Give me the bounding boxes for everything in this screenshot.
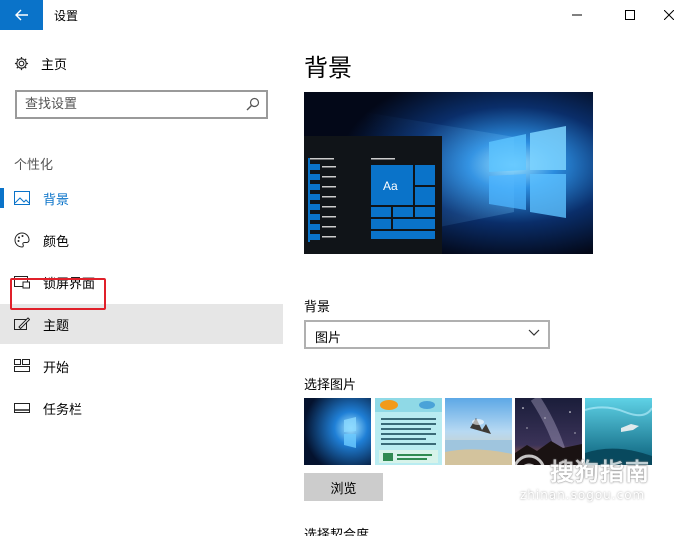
choose-picture-label: 选择图片 [304, 378, 357, 393]
back-arrow-icon [14, 9, 28, 21]
taskbar-icon [14, 403, 30, 413]
watermark: 搜狗指南 zhinan.sogou.com [512, 452, 682, 512]
sidebar-item-themes[interactable]: 主题 [0, 304, 283, 344]
close-button[interactable] [646, 0, 692, 30]
search-box[interactable] [15, 90, 268, 119]
preview-tile-text: Aa [383, 179, 398, 193]
start-tiles-icon [14, 359, 30, 372]
window-title: 设置 [54, 9, 79, 23]
picture-icon [14, 191, 30, 205]
background-label: 背景 [304, 300, 331, 315]
sidebar-item-start[interactable]: 开始 [0, 346, 283, 386]
maximize-icon [625, 10, 635, 20]
home-label: 主页 [41, 58, 68, 73]
thumbnail-image [304, 398, 371, 465]
thumbnail-beach[interactable] [445, 398, 512, 465]
sidebar-item-label: 颜色 [43, 235, 70, 250]
browse-button[interactable]: 浏览 [304, 473, 383, 501]
back-button[interactable] [0, 0, 43, 30]
sidebar-item-label: 背景 [43, 193, 70, 208]
minimize-button[interactable] [554, 0, 600, 30]
page-title: 背景 [304, 54, 352, 82]
selection-indicator [0, 188, 4, 208]
home-link[interactable]: 主页 [14, 54, 67, 73]
choose-fit-label: 选择契合度 [304, 528, 370, 536]
desktop-preview: Aa [304, 92, 593, 254]
minimize-icon [572, 14, 582, 16]
wallpaper-preview-image: Aa [304, 92, 593, 254]
watermark-text: 搜狗指南 [550, 458, 650, 486]
theme-brush-icon [14, 317, 30, 330]
sogou-logo-icon [512, 454, 546, 488]
dropdown-value: 图片 [315, 331, 342, 346]
sidebar-item-label: 主题 [43, 319, 70, 334]
thumbnail-poster[interactable] [375, 398, 442, 465]
search-icon[interactable] [246, 97, 260, 111]
sidebar-item-label: 任务栏 [43, 403, 83, 418]
chevron-down-icon [528, 329, 540, 336]
thumbnail-image [375, 398, 442, 465]
annotation-highlight-box [10, 278, 106, 310]
sidebar-item-label: 开始 [43, 361, 70, 376]
title-bar: 设置 [0, 0, 692, 30]
thumbnail-image [445, 398, 512, 465]
gear-icon [14, 56, 29, 71]
watermark-url: zhinan.sogou.com [520, 488, 646, 502]
sidebar-item-colors[interactable]: 颜色 [0, 220, 283, 260]
close-icon [664, 10, 674, 20]
search-input[interactable] [17, 92, 237, 117]
sidebar-item-background[interactable]: 背景 [0, 178, 283, 218]
thumbnail-windows[interactable] [304, 398, 371, 465]
background-type-dropdown[interactable]: 图片 [304, 320, 550, 349]
sidebar-item-taskbar[interactable]: 任务栏 [0, 388, 283, 428]
section-label: 个性化 [14, 158, 54, 173]
palette-icon [14, 232, 30, 248]
